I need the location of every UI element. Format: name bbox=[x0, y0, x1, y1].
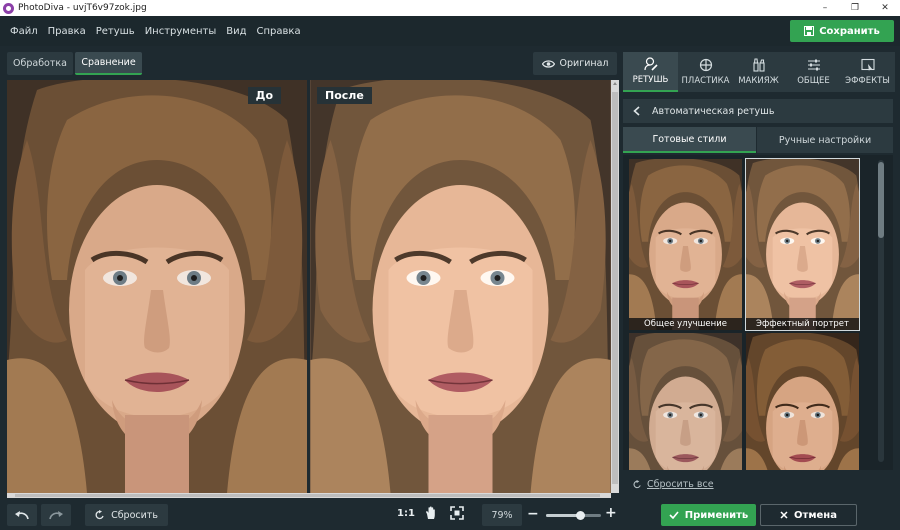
close-button[interactable]: ✕ bbox=[870, 0, 900, 16]
zoom-out-button[interactable]: − bbox=[527, 506, 539, 522]
reset-icon bbox=[95, 510, 104, 520]
zoom-slider-fill bbox=[546, 514, 581, 517]
reset-all-link[interactable]: Сбросить все bbox=[633, 479, 714, 490]
menu-edit[interactable]: Правка bbox=[43, 26, 91, 37]
tab-effects-label: ЭФФЕКТЫ bbox=[845, 76, 890, 86]
tab-effects[interactable]: ЭФФЕКТЫ bbox=[840, 52, 895, 92]
styles-grid: Общее улучшение Эффектный портрет bbox=[623, 155, 893, 470]
zoom-level-field[interactable]: 79% bbox=[482, 504, 522, 526]
menu-retouch[interactable]: Ретушь bbox=[91, 26, 140, 37]
style-preview-image bbox=[629, 159, 742, 330]
effects-icon bbox=[860, 58, 875, 72]
tab-retouch[interactable]: РЕТУШЬ bbox=[623, 52, 678, 92]
after-portrait-image bbox=[310, 80, 611, 493]
reset-label: Сбросить bbox=[111, 509, 158, 521]
styles-scrollbar[interactable] bbox=[878, 160, 884, 462]
reset-button[interactable]: Сбросить bbox=[85, 504, 168, 526]
maximize-button[interactable]: ❐ bbox=[840, 0, 870, 16]
style-preview-image bbox=[746, 159, 859, 330]
tab-general[interactable]: ОБЩЕЕ bbox=[786, 52, 841, 92]
cancel-label: Отмена bbox=[794, 509, 837, 521]
style-card-4[interactable] bbox=[746, 333, 859, 470]
tab-manual-settings[interactable]: Ручные настройки bbox=[757, 127, 893, 153]
redo-icon bbox=[49, 511, 63, 520]
menu-bar: Файл Правка Ретушь Инструменты Вид Справ… bbox=[0, 16, 900, 46]
window-title: PhotoDiva - uvjT6v97zok.jpg bbox=[18, 3, 147, 13]
menu-file[interactable]: Файл bbox=[5, 26, 43, 37]
undo-icon bbox=[15, 511, 29, 520]
apply-label: Применить bbox=[684, 509, 749, 521]
tab-general-label: ОБЩЕЕ bbox=[797, 76, 830, 86]
menu-view[interactable]: Вид bbox=[221, 26, 251, 37]
tab-compare[interactable]: Сравнение bbox=[75, 52, 142, 75]
style-card-effective-portrait[interactable]: Эффектный портрет bbox=[745, 158, 860, 331]
hand-icon[interactable] bbox=[424, 506, 438, 520]
menu-help[interactable]: Справка bbox=[252, 26, 306, 37]
tab-retouch-label: РЕТУШЬ bbox=[632, 75, 669, 85]
original-button[interactable]: Оригинал bbox=[533, 52, 617, 75]
zoom-1to1-button[interactable]: 1:1 bbox=[397, 508, 415, 519]
tab-makeup[interactable]: МАКИЯЖ bbox=[731, 52, 786, 92]
reset-icon bbox=[633, 480, 641, 489]
auto-retouch-title: Автоматическая ретушь bbox=[652, 105, 775, 117]
tab-ready-styles[interactable]: Готовые стили bbox=[623, 127, 756, 153]
style-caption: Общее улучшение bbox=[629, 318, 742, 330]
minimize-button[interactable]: – bbox=[810, 0, 840, 16]
style-caption: Эффектный портрет bbox=[746, 318, 859, 330]
close-icon bbox=[780, 511, 788, 519]
zoom-in-button[interactable]: + bbox=[605, 505, 617, 521]
sliders-icon bbox=[807, 59, 820, 71]
style-preview-image bbox=[746, 333, 859, 470]
zoom-slider[interactable] bbox=[546, 511, 601, 520]
style-preview-image bbox=[629, 333, 742, 470]
scrollbar-thumb[interactable] bbox=[15, 494, 600, 497]
fit-to-screen-icon[interactable] bbox=[450, 506, 464, 520]
reset-all-label: Сбросить все bbox=[647, 479, 714, 490]
title-bar: PhotoDiva - uvjT6v97zok.jpg – ❐ ✕ bbox=[0, 0, 900, 16]
tab-processing[interactable]: Обработка bbox=[7, 52, 73, 75]
auto-retouch-header: Автоматическая ретушь bbox=[623, 99, 893, 123]
checkmark-icon bbox=[669, 511, 679, 519]
save-button[interactable]: Сохранить bbox=[790, 20, 894, 42]
scrollbar-thumb[interactable] bbox=[878, 162, 884, 238]
canvas-horizontal-scrollbar[interactable] bbox=[7, 493, 611, 498]
cancel-button[interactable]: Отмена bbox=[760, 504, 857, 526]
before-image-pane[interactable]: До bbox=[7, 80, 307, 493]
undo-button[interactable] bbox=[7, 504, 37, 526]
back-arrow-icon[interactable] bbox=[633, 106, 640, 116]
scrollbar-thumb[interactable] bbox=[612, 92, 618, 484]
canvas-vertical-scrollbar[interactable] bbox=[611, 80, 619, 493]
window-controls: – ❐ ✕ bbox=[810, 0, 900, 16]
tab-plastic[interactable]: ПЛАСТИКА bbox=[678, 52, 733, 92]
before-portrait-image bbox=[7, 80, 307, 493]
original-label: Оригинал bbox=[559, 58, 609, 69]
before-label: До bbox=[247, 87, 281, 104]
apply-button[interactable]: Применить bbox=[661, 504, 756, 526]
crosshair-icon bbox=[699, 58, 712, 72]
menu-tools[interactable]: Инструменты bbox=[140, 26, 222, 37]
floppy-icon bbox=[804, 26, 815, 36]
after-image-pane[interactable]: После bbox=[310, 80, 611, 493]
retouch-icon bbox=[643, 57, 658, 71]
redo-button[interactable] bbox=[41, 504, 71, 526]
after-label: После bbox=[317, 87, 372, 104]
photodiva-logo-icon bbox=[3, 2, 14, 14]
makeup-icon bbox=[752, 58, 765, 72]
tab-plastic-label: ПЛАСТИКА bbox=[681, 76, 730, 86]
style-card-3[interactable] bbox=[629, 333, 742, 470]
style-card-general-enhancement[interactable]: Общее улучшение bbox=[629, 159, 742, 330]
eye-icon bbox=[541, 59, 555, 68]
zoom-slider-handle[interactable] bbox=[576, 511, 586, 520]
save-label: Сохранить bbox=[819, 25, 880, 37]
tab-makeup-label: МАКИЯЖ bbox=[738, 76, 779, 86]
